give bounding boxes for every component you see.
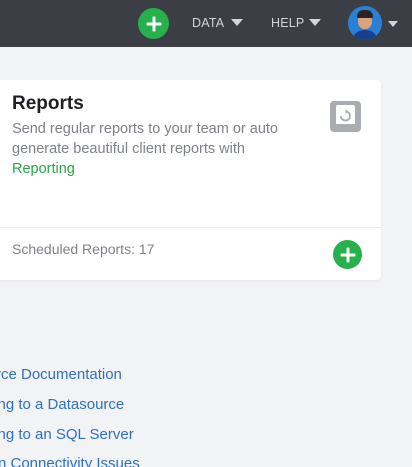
reports-card-title: Reports xyxy=(12,93,84,114)
avatar-shirt xyxy=(352,30,378,40)
description-line: generate beautiful client reports with xyxy=(12,141,245,157)
plus-icon xyxy=(146,16,161,31)
card-divider xyxy=(0,227,381,228)
doc-link-connecting-datasource[interactable]: ting to a Datasource xyxy=(0,396,124,413)
top-navigation-bar: DATA HELP xyxy=(0,0,412,47)
reports-card-description: Send regular reports to your team or aut… xyxy=(12,119,312,179)
plus-icon xyxy=(340,247,355,262)
doc-link-connecting-sql-server[interactable]: ting to an SQL Server xyxy=(0,426,134,443)
scheduled-reports-count: Scheduled Reports: 17 xyxy=(12,241,155,257)
account-menu-caret-icon[interactable] xyxy=(388,21,398,27)
report-document-icon xyxy=(330,101,361,132)
caret-down-icon[interactable] xyxy=(309,19,321,26)
description-line: Send regular reports to your team or aut… xyxy=(12,121,278,137)
doc-link-datasource-documentation[interactable]: rce Documentation xyxy=(0,366,122,383)
avatar-hair xyxy=(357,10,373,18)
doc-link-connectivity-issues[interactable]: n Connectivity Issues xyxy=(0,455,140,467)
reports-card: Reports Send regular reports to your tea… xyxy=(0,80,381,280)
caret-down-icon[interactable] xyxy=(231,19,243,26)
nav-data-menu[interactable]: DATA xyxy=(192,16,224,30)
add-report-button[interactable] xyxy=(333,240,362,269)
nav-help-menu[interactable]: HELP xyxy=(271,16,304,30)
user-avatar[interactable] xyxy=(348,6,382,40)
reporting-link[interactable]: Reporting xyxy=(12,159,312,179)
add-new-button[interactable] xyxy=(138,8,169,39)
report-footer-bar xyxy=(336,124,355,127)
